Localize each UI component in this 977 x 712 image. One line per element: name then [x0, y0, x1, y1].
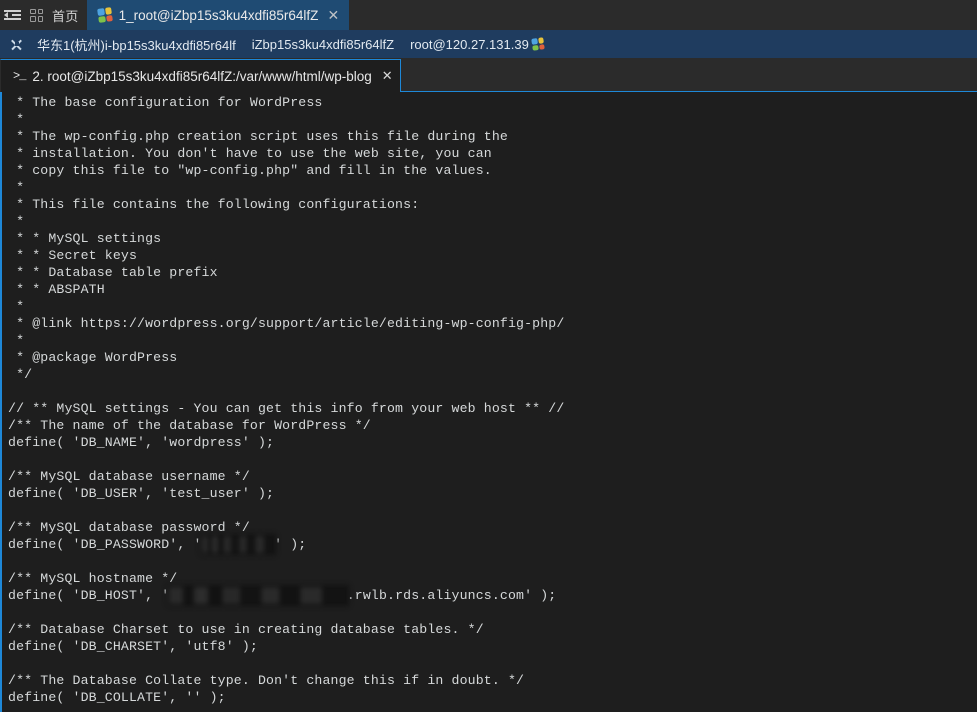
terminal-line: * copy this file to "wp-config.php" and … [8, 163, 492, 178]
home-zone: 首页 [0, 0, 87, 30]
terminal-line: * This file contains the following confi… [8, 197, 420, 212]
terminal-line: * * Database table prefix [8, 265, 218, 280]
terminal-line: define( 'DB_CHARSET', 'utf8' ); [8, 639, 258, 654]
session-tab-title: 2. root@iZbp15s3ku4xdfi85r64lfZ:/var/www… [32, 68, 372, 84]
puzzle-icon [96, 7, 113, 23]
terminal-line: * @link https://wordpress.org/support/ar… [8, 316, 565, 331]
terminal-line: define( 'DB_HOST', 'XXXXXXXXXXXXXXXXXXXX… [8, 587, 557, 604]
terminal-line: /** The name of the database for WordPre… [8, 418, 371, 433]
breadcrumb-instance[interactable]: iZbp15s3ku4xdfi85r64lfZ [252, 37, 394, 52]
terminal-prompt-icon: >_ [13, 69, 26, 83]
terminal-line: * [8, 299, 25, 314]
home-tab-label[interactable]: 首页 [52, 6, 79, 25]
terminal-line: /** MySQL database password */ [8, 520, 250, 535]
window-tab-active[interactable]: 1_root@iZbp15s3ku4xdfi85r64lfZ ✕ [86, 0, 350, 30]
terminal-line: define( 'DB_PASSWORD', 'XXXXXXXXX' ); [8, 536, 307, 553]
puzzle-icon [531, 37, 545, 51]
close-icon[interactable]: ✕ [325, 8, 341, 22]
breadcrumb-user-host-label: root@120.27.131.39 [410, 36, 529, 52]
window-tab-title: 1_root@iZbp15s3ku4xdfi85r64lfZ [118, 7, 319, 23]
terminal-line: */ [8, 367, 33, 382]
terminal-line: * * MySQL settings [8, 231, 162, 246]
terminal-line: * [8, 214, 25, 229]
window-tab-bar-filler [349, 0, 977, 30]
breadcrumb-region[interactable]: 华东1(杭州)i-bp15s3ku4xdfi85r64lf [37, 35, 236, 54]
terminal-line: * The base configuration for WordPress [8, 95, 323, 110]
session-tab-bar: >_ 2. root@iZbp15s3ku4xdfi85r64lfZ:/var/… [0, 58, 977, 92]
terminal-line: define( 'DB_NAME', 'wordpress' ); [8, 435, 275, 450]
sidebar-collapse-icon[interactable] [4, 8, 21, 23]
terminal-line: * * ABSPATH [8, 282, 105, 297]
terminal-line: // ** MySQL settings - You can get this … [8, 401, 565, 416]
redacted-value: XXXXXXXXXXXXXXXXXXXXXX [169, 587, 347, 604]
expand-collapse-icon[interactable] [10, 38, 23, 51]
terminal-line: /** MySQL hostname */ [8, 571, 178, 586]
terminal-line: /** Database Charset to use in creating … [8, 622, 484, 637]
terminal-output[interactable]: * The base configuration for WordPress *… [0, 92, 977, 712]
breadcrumb-user-host[interactable]: root@120.27.131.39 [410, 36, 545, 52]
host-breadcrumb-bar: 华东1(杭州)i-bp15s3ku4xdfi85r64lf iZbp15s3ku… [0, 30, 977, 58]
close-icon[interactable]: ✕ [379, 68, 393, 84]
terminal-line: * [8, 180, 25, 195]
terminal-line: define( 'DB_USER', 'test_user' ); [8, 486, 275, 501]
terminal-line: /** The Database Collate type. Don't cha… [8, 673, 525, 688]
terminal-line: * [8, 112, 25, 127]
terminal-line: define( 'DB_COLLATE', '' ); [8, 690, 226, 705]
terminal-line: * installation. You don't have to use th… [8, 146, 492, 161]
window-tab-bar: 首页 1_root@iZbp15s3ku4xdfi85r64lfZ ✕ [0, 0, 977, 30]
session-tab-active[interactable]: >_ 2. root@iZbp15s3ku4xdfi85r64lfZ:/var/… [0, 59, 401, 92]
terminal-line: * * Secret keys [8, 248, 138, 263]
grid-icon[interactable] [30, 8, 43, 22]
terminal-line: * The wp-config.php creation script uses… [8, 129, 508, 144]
terminal-line: * [8, 333, 25, 348]
terminal-line: * @package WordPress [8, 350, 178, 365]
terminal-line: /** MySQL database username */ [8, 469, 250, 484]
redacted-value: XXXXXXXXX [201, 536, 275, 553]
